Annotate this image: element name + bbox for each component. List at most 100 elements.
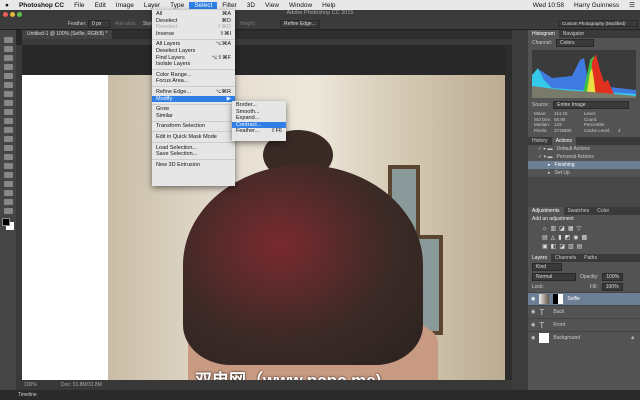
- menu-3d[interactable]: 3D: [242, 2, 260, 9]
- menu-item-smooth[interactable]: Smooth...: [232, 109, 286, 116]
- menu-item-all[interactable]: All ⌘A: [152, 11, 235, 18]
- visibility-eye-icon[interactable]: ◉: [531, 309, 535, 315]
- close-button[interactable]: [3, 12, 8, 17]
- refine-edge-button[interactable]: Refine Edge...: [280, 20, 320, 28]
- action-set[interactable]: ✓ ▾ ▬ Personal Actions: [528, 153, 640, 161]
- menu-item-edit-in-quick-mask-mode[interactable]: Edit in Quick Mask Mode: [152, 134, 235, 141]
- menu-item-grow[interactable]: Grow: [152, 106, 235, 113]
- tab-channels[interactable]: Channels: [551, 254, 580, 262]
- marquee-tool-icon[interactable]: [3, 46, 13, 52]
- menu-item-color-range[interactable]: Color Range...: [152, 72, 235, 79]
- menu-item-transform-selection[interactable]: Transform Selection: [152, 123, 235, 130]
- menu-item-isolate-layers[interactable]: Isolate Layers: [152, 61, 235, 68]
- channel-select[interactable]: Colors: [556, 39, 595, 47]
- feather-input[interactable]: 0 px: [88, 20, 110, 28]
- tab-history[interactable]: History: [528, 137, 552, 145]
- layer-row[interactable]: ◉ Background 🔒︎: [528, 331, 640, 344]
- hand-tool-icon[interactable]: [3, 199, 13, 205]
- menu-item-all-layers[interactable]: All Layers ⌥⌘A: [152, 41, 235, 48]
- timeline-tab[interactable]: Timeline: [0, 390, 640, 400]
- menu-file[interactable]: File: [69, 2, 89, 9]
- dodge-tool-icon[interactable]: [3, 154, 13, 160]
- menu-filter[interactable]: Filter: [217, 2, 241, 9]
- minimize-button[interactable]: [10, 12, 15, 17]
- tab-color[interactable]: Color: [593, 207, 613, 215]
- tab-swatches[interactable]: Swatches: [564, 207, 594, 215]
- layer-kind-filter[interactable]: Kind: [532, 263, 562, 271]
- tab-actions[interactable]: Actions: [551, 137, 576, 145]
- list-icon[interactable]: ☰: [624, 1, 640, 9]
- type-tool-icon[interactable]: [3, 172, 13, 178]
- menu-layer[interactable]: Layer: [139, 2, 165, 9]
- pen-tool-icon[interactable]: [3, 163, 13, 169]
- color-swatches[interactable]: [0, 217, 16, 233]
- menu-item-refine-edge[interactable]: Refine Edge... ⌥⌘R: [152, 89, 235, 96]
- blend-mode-select[interactable]: Normal: [532, 273, 576, 281]
- clock[interactable]: Wed 10:58: [528, 2, 569, 9]
- crop-tool-icon[interactable]: [3, 73, 13, 79]
- action-set[interactable]: ✓ ▸ ▬ Default Actions: [528, 145, 640, 153]
- document-white-area[interactable]: [22, 75, 108, 380]
- menu-help[interactable]: Help: [317, 2, 340, 9]
- tab-adjustments[interactable]: Adjustments: [528, 207, 564, 215]
- tab-histogram[interactable]: Histogram: [528, 30, 559, 38]
- adjustment-icons[interactable]: ☼▥◪▦▽ ▤◬▮◩◉▩ ▣◧◪▥▤: [528, 223, 640, 254]
- shape-tool-icon[interactable]: [3, 190, 13, 196]
- menu-item-modify[interactable]: Modify ▶: [152, 95, 235, 103]
- collapsed-panel-dock[interactable]: [512, 30, 528, 390]
- gradient-tool-icon[interactable]: [3, 136, 13, 142]
- menu-item-feather[interactable]: Feather... ⇧F6: [232, 128, 286, 135]
- visibility-eye-icon[interactable]: ◉: [531, 296, 535, 302]
- menu-item-similar[interactable]: Similar: [152, 113, 235, 120]
- fill-input[interactable]: 100%: [601, 283, 623, 291]
- move-tool-icon[interactable]: [3, 37, 13, 43]
- menu-item-find-layers[interactable]: Find Layers ⌥⇧⌘F: [152, 55, 235, 62]
- history-brush-tool-icon[interactable]: [3, 118, 13, 124]
- menu-edit[interactable]: Edit: [90, 2, 111, 9]
- action-item[interactable]: ▸ Set Up: [528, 169, 640, 177]
- menu-item-focus-area[interactable]: Focus Area...: [152, 78, 235, 85]
- eraser-tool-icon[interactable]: [3, 127, 13, 133]
- tab-navigator[interactable]: Navigator: [559, 30, 588, 38]
- menu-view[interactable]: View: [260, 2, 284, 9]
- eyedropper-tool-icon[interactable]: [3, 82, 13, 88]
- action-item-selected[interactable]: ▸ Finishing: [528, 161, 640, 169]
- user-name[interactable]: Harry Guinness: [569, 2, 624, 9]
- zoom-level[interactable]: 100%: [24, 382, 37, 388]
- quick-select-tool-icon[interactable]: [3, 64, 13, 70]
- visibility-eye-icon[interactable]: ◉: [531, 322, 535, 328]
- menu-item-load-selection[interactable]: Load Selection...: [152, 145, 235, 152]
- apple-icon[interactable]: ●: [0, 2, 14, 9]
- menu-item-deselect-layers[interactable]: Deselect Layers: [152, 48, 235, 55]
- visibility-eye-icon[interactable]: ◉: [531, 335, 535, 341]
- layer-row-selected[interactable]: ◉ Selfie: [528, 292, 640, 305]
- stamp-tool-icon[interactable]: [3, 109, 13, 115]
- layer-mask-thumbnail[interactable]: [553, 294, 564, 304]
- menu-item-save-selection[interactable]: Save Selection...: [152, 151, 235, 158]
- menu-window[interactable]: Window: [284, 2, 317, 9]
- menu-image[interactable]: Image: [111, 2, 139, 9]
- menu-item-inverse[interactable]: Inverse ⇧⌘I: [152, 31, 235, 38]
- opacity-input[interactable]: 100%: [602, 273, 624, 281]
- source-select[interactable]: Entire Image: [553, 101, 630, 109]
- menu-select[interactable]: Select: [189, 1, 218, 9]
- tab-paths[interactable]: Paths: [580, 254, 601, 262]
- menu-item-new-3d-extrusion[interactable]: New 3D Extrusion: [152, 162, 235, 169]
- layer-row[interactable]: ◉ T Front: [528, 318, 640, 331]
- workspace-select[interactable]: Custom Photography (Modified): [558, 20, 638, 27]
- document-tab[interactable]: Untitled-1 @ 100% (Selfie, RGB/8) *: [22, 30, 113, 39]
- doc-size[interactable]: Doc: 31.8M/31.8M: [61, 382, 102, 388]
- menu-type[interactable]: Type: [165, 2, 189, 9]
- menu-item-reselect[interactable]: Reselect ⇧⌘D: [152, 24, 235, 31]
- lasso-tool-icon[interactable]: [3, 55, 13, 61]
- tab-layers[interactable]: Layers: [528, 254, 552, 262]
- vertical-scrollbar[interactable]: [505, 45, 512, 380]
- antialias-checkbox[interactable]: Anti-alias: [115, 21, 136, 27]
- menu-item-expand[interactable]: Expand...: [232, 115, 286, 122]
- menu-app[interactable]: Photoshop CC: [14, 2, 69, 9]
- zoom-tool-icon[interactable]: [3, 208, 13, 214]
- layer-row[interactable]: ◉ T Back: [528, 305, 640, 318]
- path-select-tool-icon[interactable]: [3, 181, 13, 187]
- menu-item-border[interactable]: Border...: [232, 102, 286, 109]
- healing-tool-icon[interactable]: [3, 91, 13, 97]
